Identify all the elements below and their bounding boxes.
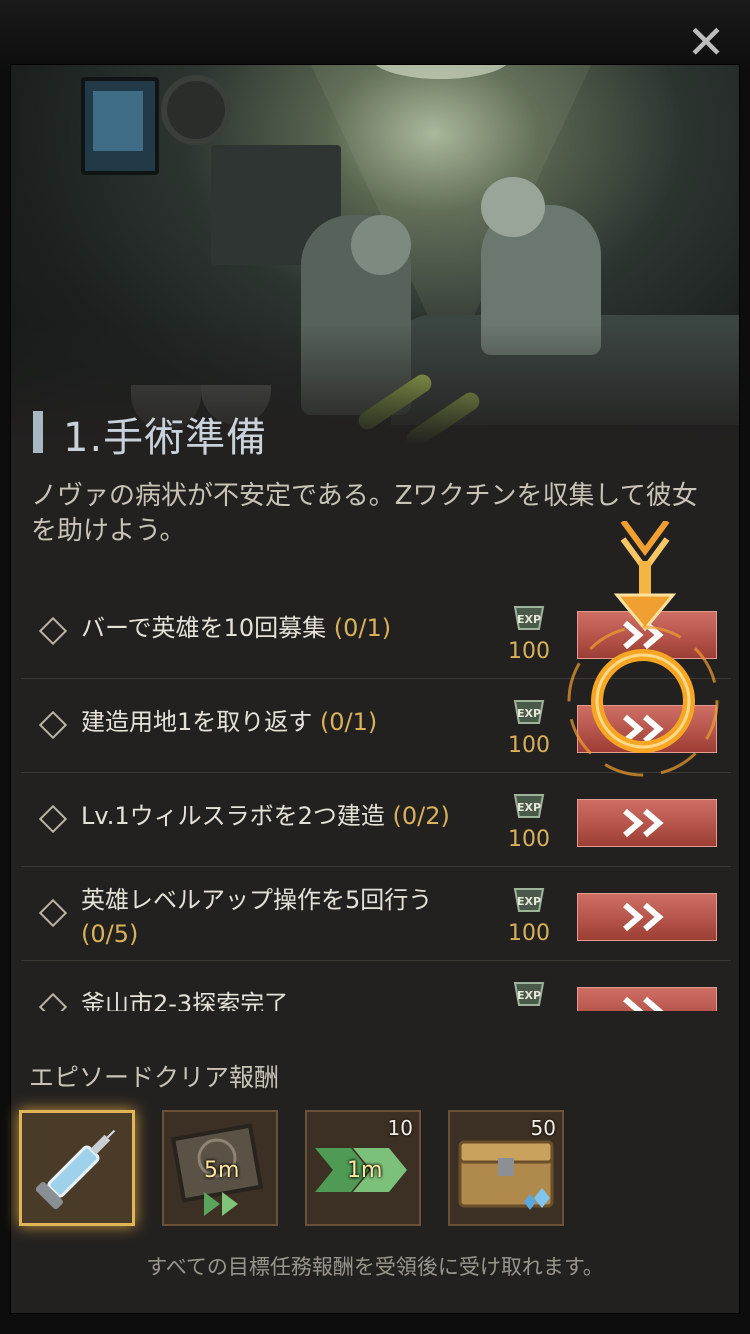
task-row: 英雄レベルアップ操作を5回行う (0/5) EXP 100 — [21, 867, 731, 961]
tutorial-highlight-ring — [567, 625, 719, 777]
reward-time: 1m — [347, 1158, 383, 1183]
task-label: Lv.1ウィルスラボを2つ建造 (0/2) — [81, 802, 450, 830]
task-label: 英雄レベルアップ操作を5回行う (0/5) — [81, 886, 433, 948]
task-label: 建造用地1を取り返す (0/1) — [81, 708, 378, 736]
reward-quantity: 10 — [387, 1116, 413, 1140]
reward-time: 5m — [204, 1158, 240, 1183]
exp-icon: EXP — [513, 888, 545, 912]
svg-text:EXP: EXP — [517, 613, 541, 626]
exp-icon: EXP — [513, 700, 545, 724]
go-button[interactable] — [577, 987, 717, 1011]
diamond-bullet-icon — [38, 710, 68, 740]
reward-item[interactable]: 10 1m — [305, 1110, 421, 1226]
syringe-icon — [22, 1113, 132, 1223]
exp-icon: EXP — [513, 982, 545, 1006]
diamond-bullet-icon — [38, 804, 68, 834]
exp-value: 100 — [508, 639, 550, 664]
reward-item[interactable]: 50 — [448, 1110, 564, 1226]
quest-panel: 1.手術準備 ノヴァの病状が不安定である。Zワクチンを収集して彼女を助けよう。 … — [10, 64, 740, 1314]
reward-item[interactable]: 5m — [162, 1110, 278, 1226]
diamond-bullet-icon — [38, 992, 68, 1011]
go-button[interactable] — [577, 799, 717, 847]
exp-value: 100 — [508, 733, 550, 758]
double-chevron-icon — [623, 996, 664, 1011]
task-label: バーで英雄を10回募集 (0/1) — [81, 614, 392, 642]
exp-icon: EXP — [513, 794, 545, 818]
exp-icon: EXP — [513, 606, 545, 630]
task-label: 釜山市2-3探索完了 — [81, 990, 289, 1011]
diamond-bullet-icon — [38, 898, 68, 928]
diamond-bullet-icon — [38, 616, 68, 646]
task-row: Lv.1ウィルスラボを2つ建造 (0/2) EXP 100 — [21, 773, 731, 867]
reward-heading: エピソードクリア報酬 — [29, 1063, 280, 1092]
svg-text:EXP: EXP — [517, 707, 541, 720]
task-row: 釜山市2-3探索完了 EXP — [21, 961, 731, 1011]
title-accent-bar — [33, 411, 43, 453]
background-top — [0, 0, 750, 70]
tutorial-arrow-icon — [613, 521, 677, 631]
episode-title: 1.手術準備 — [63, 415, 268, 461]
double-chevron-icon — [623, 808, 664, 838]
go-button[interactable] — [577, 893, 717, 941]
svg-text:EXP: EXP — [517, 895, 541, 908]
exp-value: 100 — [508, 827, 550, 852]
reward-quantity: 50 — [530, 1116, 556, 1140]
reward-footer-note: すべての目標任務報酬を受領後に受け取れます。 — [146, 1255, 604, 1279]
svg-text:EXP: EXP — [517, 801, 541, 814]
exp-value: 100 — [508, 921, 550, 946]
double-chevron-icon — [623, 902, 664, 932]
reward-item[interactable] — [19, 1110, 135, 1226]
svg-text:EXP: EXP — [517, 989, 541, 1002]
close-icon[interactable]: ✕ — [684, 19, 728, 65]
episode-banner-image — [11, 65, 739, 445]
